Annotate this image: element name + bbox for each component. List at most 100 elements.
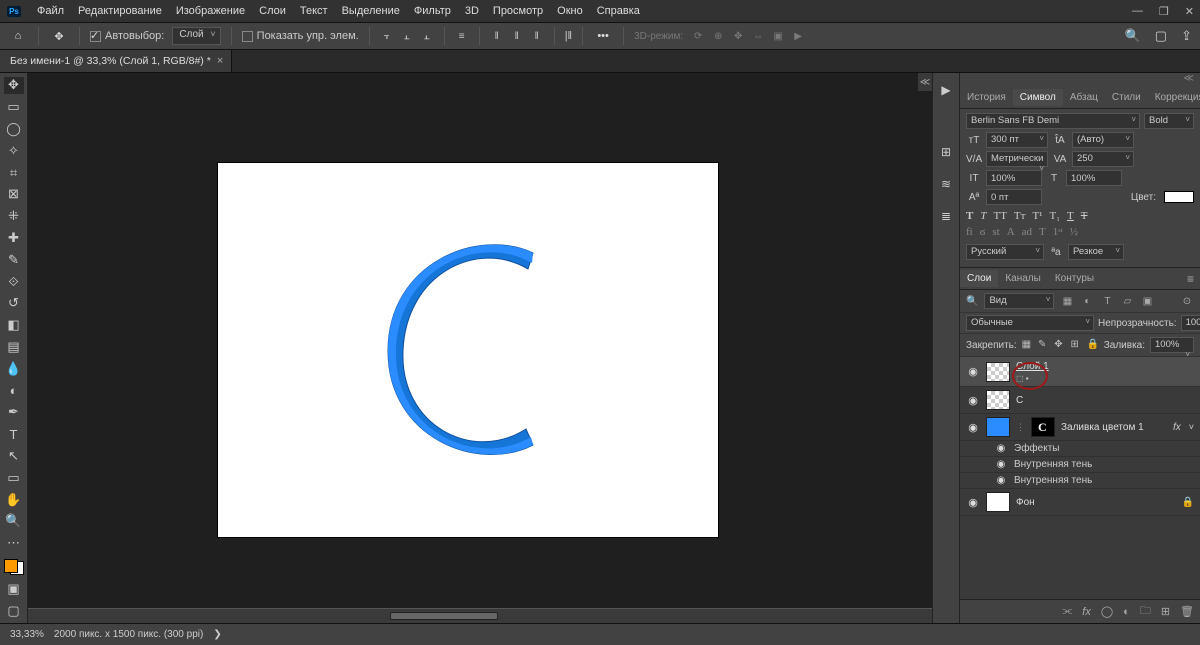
kerning-select[interactable]: Метрически [986,151,1048,167]
antialias-select[interactable]: Резкое [1068,244,1124,260]
lock-all-icon[interactable]: 🔒 [1087,339,1099,351]
lock-artboard-icon[interactable]: ⊞ [1070,339,1081,351]
tracking-select[interactable]: 250 [1072,151,1134,167]
baseline-input[interactable] [986,189,1042,205]
window-max-icon[interactable]: ❐ [1159,5,1169,18]
layer-thumb[interactable] [986,390,1010,410]
wand-tool[interactable]: ✧ [4,142,24,159]
strike-button[interactable]: T [1081,210,1088,222]
fx-indicator[interactable]: fx [1173,422,1181,433]
char-styles-icon[interactable]: ≣ [935,205,957,227]
show-controls-check[interactable]: Показать упр. элем. [242,30,359,42]
tab-character[interactable]: Символ [1013,89,1063,106]
tab-layers[interactable]: Слои [960,270,998,287]
align-top-icon[interactable]: ⫟ [380,29,394,43]
tab-close-icon[interactable]: × [217,55,223,67]
marquee-tool[interactable]: ▭ [4,99,24,116]
filter-kind-select[interactable]: Вид [984,293,1054,309]
path-select-tool[interactable]: ↖ [4,448,24,465]
ot-half[interactable]: ½ [1070,226,1078,238]
panel-collapse-left-icon[interactable]: ≪ [918,73,932,91]
tab-styles[interactable]: Стили [1105,89,1148,106]
workspace-icon[interactable]: ▢ [1155,28,1167,44]
new-group-icon[interactable]: 🗀 [1140,602,1151,621]
edit-toolbar-icon[interactable]: ⋯ [4,535,24,552]
layer-thumb[interactable] [986,492,1010,512]
ot-ad[interactable]: ad [1022,226,1032,238]
layer-row-4[interactable]: ◉ Фон 🔒 [960,489,1200,516]
dist-v-icon[interactable]: ‖ [510,29,524,43]
effect-inner-shadow-1[interactable]: ◉ Внутренняя тень [960,457,1200,473]
leading-select[interactable]: (Авто) [1072,132,1134,148]
doc-info-arrow-icon[interactable]: ❯ [213,629,221,640]
document-tab[interactable]: Без имени-1 @ 33,3% (Слой 1, RGB/8#) * × [0,50,232,72]
filter-toggle-icon[interactable]: ⊙ [1180,294,1194,308]
font-family-select[interactable]: Berlin Sans FB Demi [966,113,1140,129]
zoom-tool[interactable]: 🔍 [4,513,24,530]
home-icon[interactable]: ⌂ [8,26,28,46]
dist-s-icon[interactable]: ‖ [530,29,544,43]
menu-3d[interactable]: 3D [458,3,486,19]
filter-pixel-icon[interactable]: ▦ [1060,294,1074,308]
menu-edit[interactable]: Редактирование [71,3,169,19]
effects-header[interactable]: ◉ Эффекты [960,441,1200,457]
visibility-icon[interactable]: ◉ [966,394,980,407]
lock-icon[interactable]: 🔒 [1182,497,1194,508]
menu-window[interactable]: Окно [550,3,590,19]
lock-trans-icon[interactable]: ▦ [1022,339,1033,351]
menu-help[interactable]: Справка [590,3,647,19]
layer-name[interactable]: С [1016,395,1023,406]
blur-tool[interactable]: 💧 [4,360,24,377]
visibility-icon[interactable]: ◉ [966,365,980,378]
tab-paths[interactable]: Контуры [1048,270,1101,287]
visibility-icon[interactable]: ◉ [994,475,1008,486]
align-left-icon[interactable]: ≡ [455,29,469,43]
autoselect-target-select[interactable]: Слой [172,27,220,45]
menu-filter[interactable]: Фильтр [407,3,458,19]
menu-select[interactable]: Выделение [335,3,407,19]
color-swatches[interactable] [4,559,24,576]
layer-name[interactable]: Фон [1016,497,1035,508]
quick-mask-icon[interactable]: ▣ [4,580,24,597]
add-mask-icon[interactable]: ◯ [1101,605,1113,618]
panel-collapse-icon[interactable]: ≪ [1184,73,1194,87]
filter-text-icon[interactable]: T [1100,294,1114,308]
dist-h-icon[interactable]: ‖ [490,29,504,43]
lock-pos-icon[interactable]: ✥ [1054,339,1065,351]
screen-mode-icon[interactable]: ▢ [4,602,24,619]
gradient-tool[interactable]: ▤ [4,339,24,356]
subscript-button[interactable]: T₁ [1049,210,1060,222]
vscale-input[interactable] [986,170,1042,186]
paragraph-styles-icon[interactable]: ≋ [935,173,957,195]
foreground-color[interactable] [4,559,18,573]
ot-1st[interactable]: 1ˢᵗ [1053,226,1063,238]
layer-thumb[interactable] [986,417,1010,437]
visibility-icon[interactable]: ◉ [994,443,1008,454]
crop-tool[interactable]: ⌗ [4,164,24,181]
doc-info[interactable]: 2000 пикс. x 1500 пикс. (300 ppi) [54,629,203,640]
new-fill-icon[interactable]: ◐ [1123,606,1130,618]
menu-layers[interactable]: Слои [252,3,293,19]
filter-smart-icon[interactable]: ▣ [1140,294,1154,308]
layer-name[interactable]: Заливка цветом 1 [1061,422,1144,433]
blend-mode-select[interactable]: Обычные [966,315,1094,331]
dist-more-icon[interactable]: |‖ [565,30,572,42]
pen-tool[interactable]: ✒ [4,404,24,421]
underline-button[interactable]: T [1067,210,1074,222]
stamp-tool[interactable]: ⟐ [4,273,24,290]
visibility-icon[interactable]: ◉ [966,421,980,434]
visibility-icon[interactable]: ◉ [994,459,1008,470]
glyphs-panel-icon[interactable]: ⊞ [935,141,957,163]
text-tool[interactable]: T [4,426,24,443]
font-style-select[interactable]: Bold [1144,113,1194,129]
layers-panel-menu-icon[interactable]: ≡ [1187,272,1194,286]
filter-adjust-icon[interactable]: ◐ [1080,294,1094,308]
move-tool[interactable]: ✥ [4,77,24,94]
document-canvas[interactable] [218,163,718,537]
visibility-icon[interactable]: ◉ [966,496,980,509]
opacity-select[interactable]: 100% [1181,315,1200,331]
search-icon[interactable]: 🔍 [1125,28,1141,44]
window-close-icon[interactable]: ✕ [1185,5,1194,18]
filter-shape-icon[interactable]: ▱ [1120,294,1134,308]
layer-mask-thumb[interactable] [1031,417,1055,437]
